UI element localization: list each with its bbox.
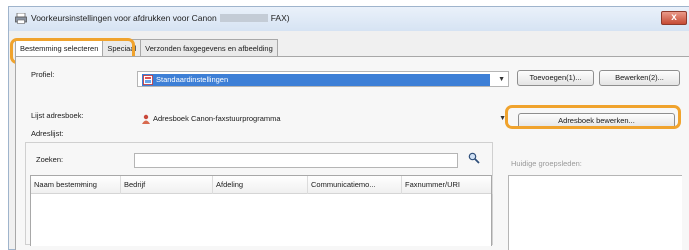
- print-preferences-window: Voorkeursinstellingen voor afdrukken voo…: [8, 6, 689, 250]
- tab-sent-fax-data[interactable]: Verzonden faxgegevens en afbeelding: [140, 39, 278, 56]
- add-profile-button[interactable]: Toevoegen(1)...: [517, 70, 594, 86]
- profile-icon: [143, 75, 153, 85]
- current-members-list[interactable]: [508, 175, 682, 250]
- address-book-selected-text: Adresboek Canon-faxstuurprogramma: [153, 114, 281, 123]
- address-book-list-label: Lijst adresboek:: [31, 111, 84, 120]
- tab-select-destination[interactable]: Bestemming selecteren: [15, 39, 104, 57]
- window-title-suffix: FAX): [270, 13, 290, 23]
- tab-strip: Bestemming selecteren Speciaal Verzonden…: [15, 39, 278, 57]
- profile-label: Profiel:: [31, 70, 55, 79]
- address-book-icon: [142, 114, 150, 124]
- address-table: ▲ Naam bestemming Bedrijf Afdeling Commu…: [30, 175, 493, 246]
- column-header-fax-number[interactable]: Faxnummer/URI: [402, 176, 493, 194]
- address-book-select[interactable]: Adresboek Canon-faxstuurprogramma ▼: [137, 111, 509, 127]
- chevron-down-icon: ▼: [499, 115, 506, 122]
- column-header-name-text: Naam bestemming: [34, 180, 97, 189]
- column-header-department[interactable]: Afdeling: [213, 176, 308, 194]
- window-title-prefix: Voorkeursinstellingen voor afdrukken voo…: [31, 13, 217, 23]
- redacted-model-name: [219, 14, 268, 22]
- printer-icon: [15, 13, 27, 24]
- profile-selected-item: Standaardinstellingen: [142, 74, 490, 86]
- profile-selected-text: Standaardinstellingen: [156, 75, 229, 84]
- sort-arrow-icon: ▲: [79, 181, 84, 187]
- tab-special[interactable]: Speciaal: [102, 39, 142, 56]
- window-title: Voorkeursinstellingen voor afdrukken voo…: [31, 13, 290, 23]
- column-header-communication-mode[interactable]: Communicatiemo...: [308, 176, 402, 194]
- table-header: ▲ Naam bestemming Bedrijf Afdeling Commu…: [31, 176, 493, 194]
- column-header-company[interactable]: Bedrijf: [121, 176, 213, 194]
- edit-profile-button[interactable]: Bewerken(2)...: [599, 70, 680, 86]
- current-members-label: Huidige groepsleden:: [511, 159, 582, 168]
- title-bar: Voorkeursinstellingen voor afdrukken voo…: [9, 7, 689, 31]
- edit-address-book-button[interactable]: Adresboek bewerken...: [518, 113, 675, 129]
- chevron-down-icon: ▼: [498, 76, 505, 83]
- search-input[interactable]: [134, 153, 458, 168]
- address-list-group: Zoeken: ▲ Naam bestemming Bedrijf Afdeli…: [25, 142, 493, 246]
- close-button[interactable]: x: [661, 11, 687, 25]
- profile-select[interactable]: Standaardinstellingen ▼: [137, 71, 509, 87]
- search-label: Zoeken:: [36, 155, 64, 164]
- address-list-label: Adreslijst:: [31, 129, 64, 138]
- search-icon[interactable]: [468, 152, 480, 164]
- column-header-name[interactable]: ▲ Naam bestemming: [31, 176, 121, 194]
